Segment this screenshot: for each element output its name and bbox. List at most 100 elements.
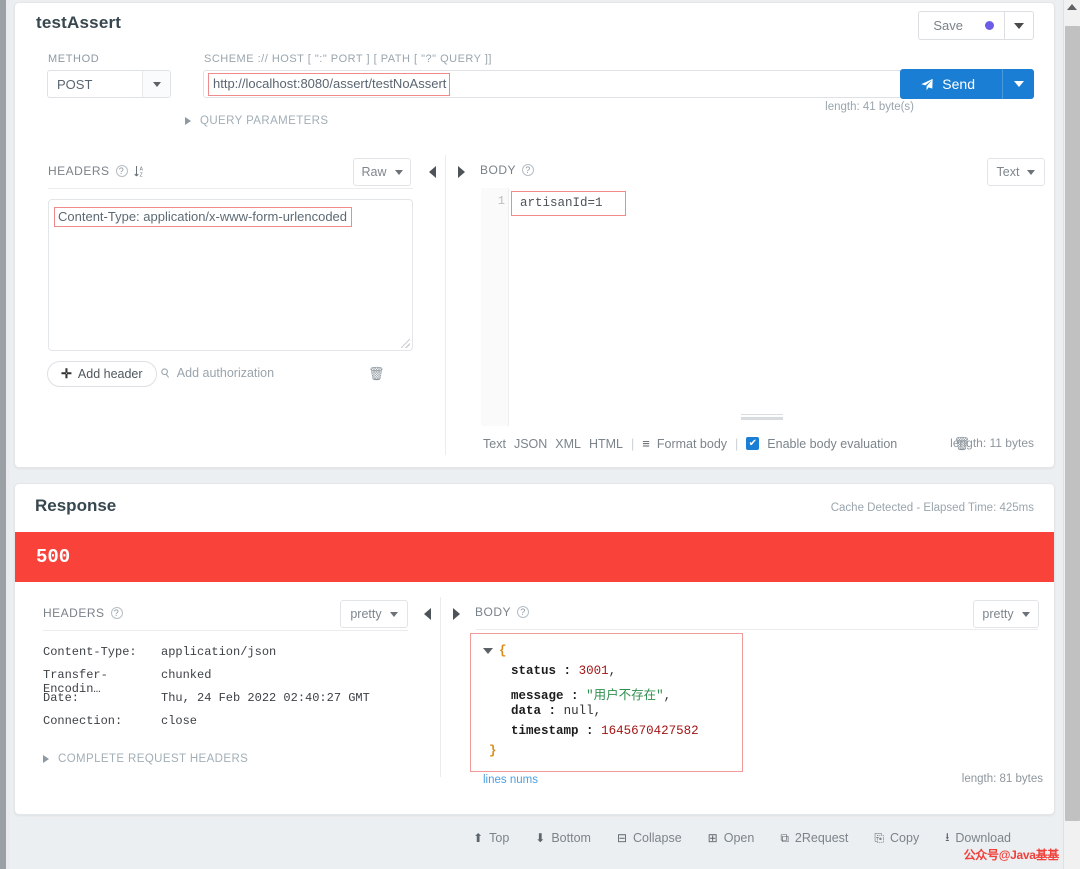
save-dropdown-button[interactable]: [1004, 11, 1034, 40]
response-header-key: Connection:: [43, 714, 123, 728]
json-entry: status : 3001,: [511, 664, 616, 678]
response-headers-title: HEADERS: [43, 606, 105, 620]
send-button[interactable]: Send: [900, 69, 1002, 99]
json-entry: data : null,: [511, 704, 601, 718]
send-dropdown-button[interactable]: [1002, 69, 1034, 99]
toolbar-bottom-button[interactable]: ⬇ Bottom: [535, 831, 591, 845]
url-input[interactable]: http://localhost:8080/assert/testNoAsser…: [203, 70, 910, 98]
response-status-code: 500: [36, 546, 71, 568]
copy-request-icon: ⧉: [780, 830, 789, 845]
toolbar-top-button[interactable]: ⬆ Top: [473, 831, 509, 845]
body-format-tab-xml[interactable]: XML: [555, 437, 581, 451]
save-button[interactable]: Save: [918, 11, 1004, 40]
save-button-group: Save: [918, 11, 1034, 40]
request-title: testAssert: [36, 13, 122, 32]
request-headers-header: HEADERS ? A Z: [48, 164, 145, 178]
chevron-down-icon: [1027, 169, 1036, 175]
lines-nums-link[interactable]: lines nums: [483, 774, 538, 786]
request-headers-mode-dropdown[interactable]: Raw: [353, 158, 411, 186]
request-panel: testAssert Save METHOD SCHEME :// HOST […: [14, 2, 1055, 468]
collapse-right-icon[interactable]: [458, 166, 465, 178]
json-separator: :: [571, 689, 579, 703]
page-content: testAssert Save METHOD SCHEME :// HOST […: [10, 0, 1063, 869]
method-select[interactable]: POST: [47, 70, 171, 98]
json-entry: timestamp : 1645670427582: [511, 724, 699, 738]
request-headers-title: HEADERS: [48, 164, 110, 178]
toolbar-download-label: Download: [955, 831, 1011, 845]
add-header-button[interactable]: ✛ Add header: [47, 361, 157, 387]
request-body-value: artisanId=1: [511, 191, 626, 216]
json-root-row[interactable]: {: [483, 644, 507, 658]
vertical-scrollbar[interactable]: [1063, 0, 1080, 869]
separator: |: [631, 436, 635, 451]
sort-alpha-icon[interactable]: A Z: [133, 165, 145, 178]
url-label: SCHEME :// HOST [ ":" PORT ] [ PATH [ "?…: [204, 53, 492, 65]
toolbar-open-button[interactable]: ⊞ Open: [708, 831, 755, 845]
response-header-value: chunked: [161, 668, 212, 682]
chevron-down-icon: [1013, 81, 1024, 87]
request-headers-mode-value: Raw: [361, 165, 387, 179]
response-header-key: Date:: [43, 691, 80, 705]
toolbar-top-label: Top: [489, 831, 510, 845]
collapse-left-icon[interactable]: [429, 166, 436, 178]
body-format-tab-html[interactable]: HTML: [589, 437, 623, 451]
chevron-down-icon: [389, 611, 398, 617]
arrow-up-circle-icon: ⬆: [473, 831, 484, 845]
request-body-mode-dropdown[interactable]: Text: [987, 158, 1045, 186]
collapse-left-icon[interactable]: [424, 608, 431, 620]
body-format-tab-text[interactable]: Text: [483, 437, 506, 451]
question-circle-icon[interactable]: ?: [517, 606, 530, 618]
request-headers-value: Content-Type: application/x-www-form-url…: [54, 207, 353, 227]
minus-square-icon: ⊟: [616, 831, 628, 845]
json-value: 1645670427582: [601, 724, 699, 738]
method-dropdown-arrow[interactable]: [142, 71, 170, 97]
horizontal-resize-handle[interactable]: [741, 414, 783, 420]
request-body-editor[interactable]: 1 artisanId=1: [481, 187, 1043, 426]
response-headers-mode-dropdown[interactable]: pretty: [340, 600, 408, 628]
scroll-up-arrow-icon[interactable]: [1067, 4, 1077, 10]
format-body-label[interactable]: Format body: [657, 437, 727, 451]
json-close-row: }: [489, 744, 497, 758]
collapse-triangle-icon[interactable]: [483, 647, 493, 654]
collapse-right-icon[interactable]: [453, 608, 460, 620]
complete-request-headers-toggle[interactable]: COMPLETE REQUEST HEADERS: [43, 753, 248, 765]
json-separator: :: [548, 704, 557, 718]
scrollbar-thumb[interactable]: [1065, 26, 1080, 821]
toolbar-2request-button[interactable]: ⧉ 2Request: [780, 831, 848, 846]
toolbar-open-label: Open: [723, 831, 755, 845]
chevron-down-icon: [1014, 22, 1024, 29]
response-header-key: Content-Type:: [43, 645, 137, 659]
response-headers-mode-value: pretty: [350, 607, 382, 621]
trash-icon[interactable]: 🗑: [368, 366, 385, 382]
add-authorization-label: Add authorization: [176, 366, 275, 380]
body-format-tab-json[interactable]: JSON: [514, 437, 547, 451]
request-headers-textarea[interactable]: Content-Type: application/x-www-form-url…: [48, 199, 413, 351]
response-title: Response: [35, 496, 117, 515]
question-circle-icon[interactable]: ?: [110, 607, 123, 619]
watermark: 公众号@Java基基: [963, 848, 1060, 862]
response-body-json-viewer[interactable]: { status : 3001, message : "用户不存在", data…: [470, 633, 743, 772]
enable-body-evaluation-checkbox[interactable]: ✔: [746, 437, 760, 450]
enable-body-evaluation-label: Enable body evaluation: [767, 436, 898, 451]
toolbar-copy-button[interactable]: ⎘ Copy: [874, 831, 919, 846]
arrow-down-circle-icon: ⬇: [535, 831, 546, 845]
add-authorization-button[interactable]: ⚲ Add authorization: [158, 365, 275, 382]
toolbar-copy-label: Copy: [890, 831, 920, 845]
response-body-mode-dropdown[interactable]: pretty: [973, 600, 1039, 628]
response-header-value: Thu, 24 Feb 2022 02:40:27 GMT: [161, 691, 370, 705]
json-comma: ,: [663, 689, 672, 703]
json-value: null: [563, 704, 594, 718]
complete-request-headers-label: COMPLETE REQUEST HEADERS: [58, 753, 249, 765]
response-body-length: length: 81 bytes: [961, 773, 1043, 785]
method-value: POST: [57, 76, 93, 92]
question-circle-icon[interactable]: ?: [522, 164, 535, 176]
toolbar-collapse-button[interactable]: ⊟ Collapse: [617, 831, 682, 845]
resize-handle[interactable]: [401, 339, 410, 348]
request-headers-divider: [48, 188, 413, 189]
chevron-right-icon: [185, 117, 191, 125]
question-circle-icon[interactable]: ?: [115, 165, 128, 177]
method-label: METHOD: [48, 53, 100, 65]
response-headers-divider: [43, 630, 408, 631]
response-status-bar: 500: [15, 532, 1054, 582]
query-parameters-toggle[interactable]: QUERY PARAMETERS: [185, 115, 328, 127]
